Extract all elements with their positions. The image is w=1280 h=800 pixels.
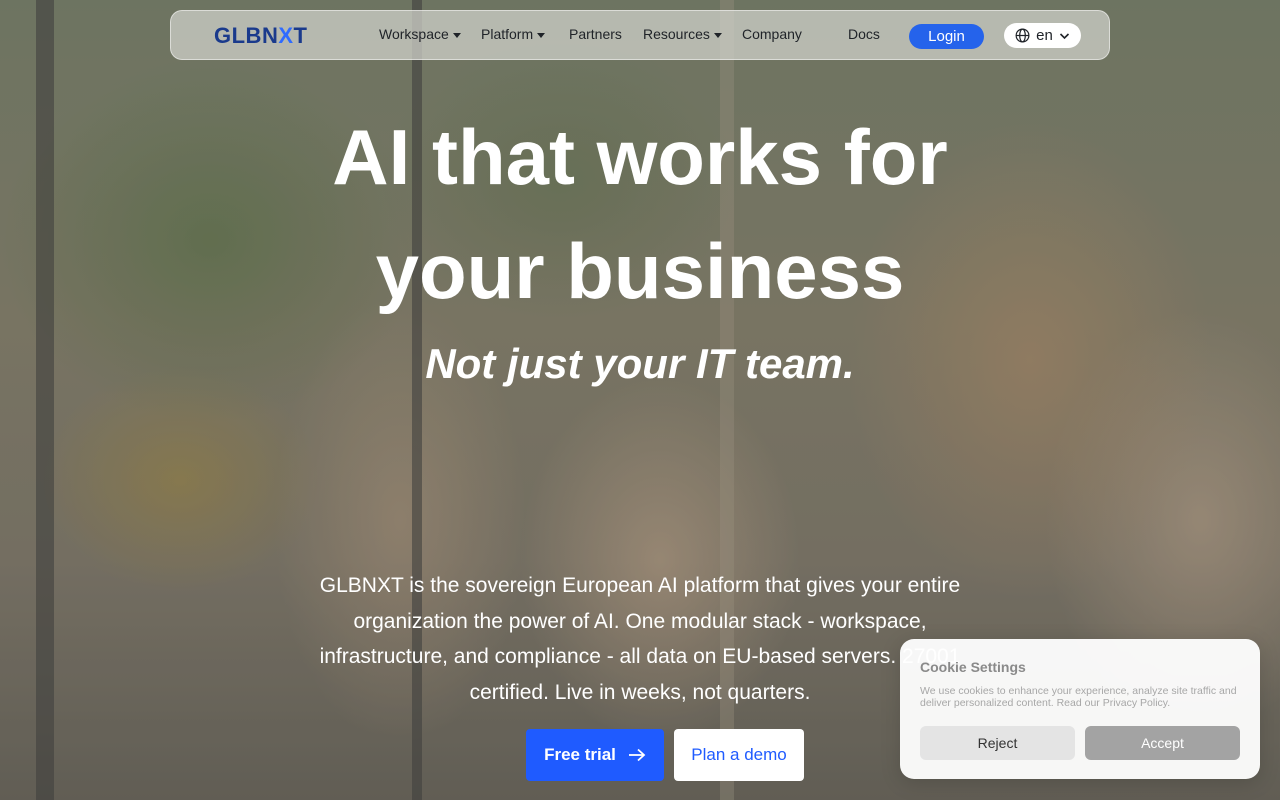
nav-item-platform[interactable]: Platform	[481, 26, 546, 42]
arrow-right-icon	[628, 748, 646, 762]
globe-icon	[1015, 28, 1030, 43]
cookie-accept-button[interactable]: Accept	[1085, 726, 1240, 760]
nav-item-workspace[interactable]: Workspace	[379, 26, 461, 42]
nav-item-docs[interactable]: Docs	[848, 26, 880, 42]
cookie-banner: Cookie Settings We use cookies to enhanc…	[900, 639, 1260, 779]
nav-item-partners[interactable]: Partners	[569, 26, 622, 42]
free-trial-button[interactable]: Free trial	[526, 729, 664, 781]
hero-subtitle: Not just your IT team.	[425, 340, 855, 387]
logo[interactable]: GLBNXT	[214, 23, 307, 49]
language-label: en	[1036, 27, 1053, 44]
login-button[interactable]: Login	[909, 24, 984, 49]
language-selector[interactable]: en	[1004, 23, 1081, 48]
plan-demo-button[interactable]: Plan a demo	[674, 729, 804, 781]
top-navigation: GLBNXT Workspace Platform Partners Resou…	[170, 10, 1110, 60]
caret-down-icon	[537, 32, 546, 38]
hero-description: GLBNXT is the sovereign European AI plat…	[319, 574, 961, 704]
cookie-text: We use cookies to enhance your experienc…	[920, 685, 1237, 709]
caret-down-icon	[452, 32, 461, 38]
nav-item-company[interactable]: Company	[742, 26, 802, 42]
chevron-down-icon	[1059, 32, 1069, 39]
nav-item-resources[interactable]: Resources	[643, 26, 722, 42]
cookie-reject-button[interactable]: Reject	[920, 726, 1075, 760]
caret-down-icon	[713, 32, 722, 38]
cookie-title: Cookie Settings	[920, 659, 1026, 675]
hero-title: AI that works for your business	[332, 113, 948, 315]
